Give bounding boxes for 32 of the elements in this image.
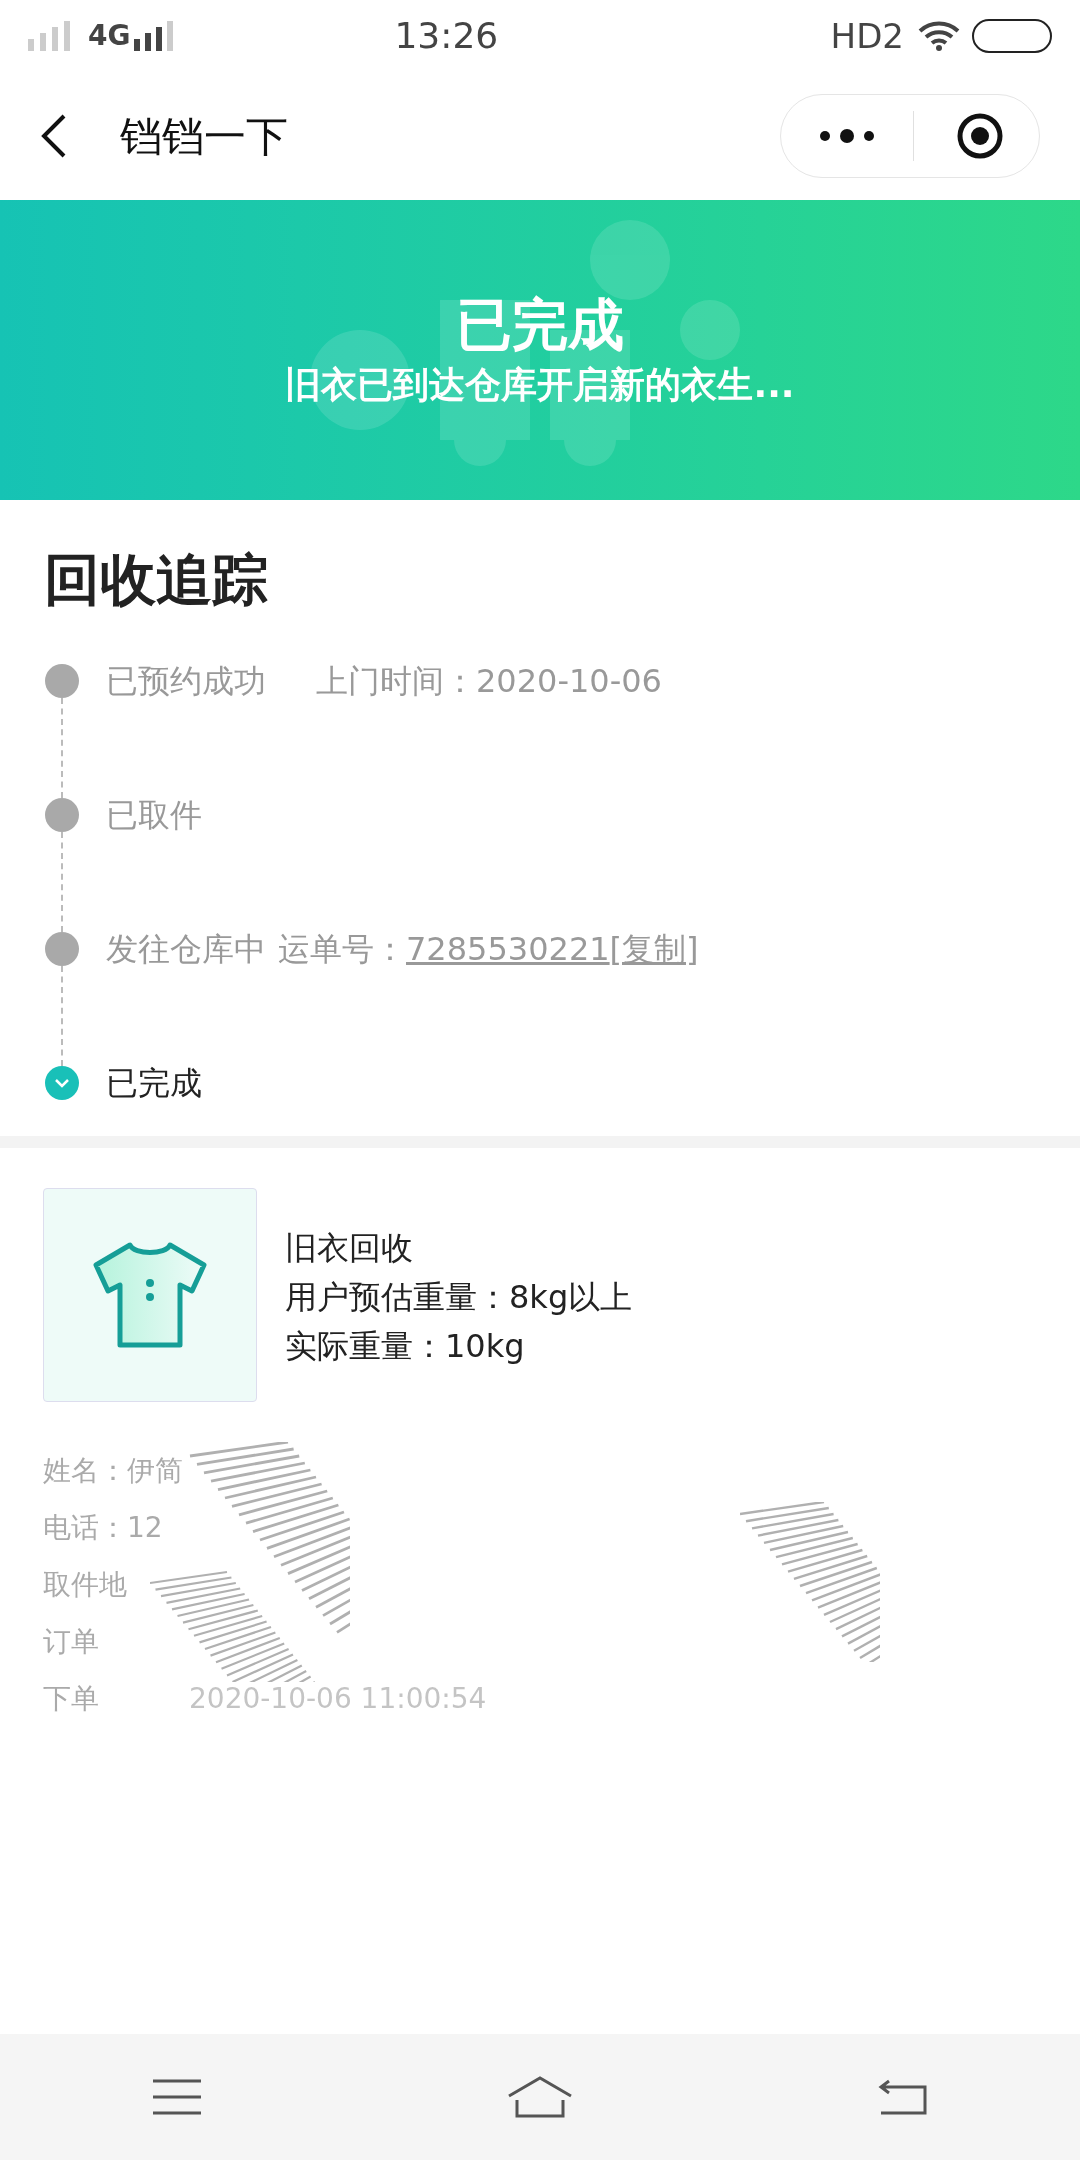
step-label: 发往仓库中: [106, 932, 266, 966]
banner-subtitle: 旧衣已到达仓库开启新的衣生...: [285, 363, 795, 407]
clock: 13:26: [394, 14, 499, 58]
step-label: 已预约成功: [106, 664, 266, 698]
info-line: 订单: [43, 1624, 99, 1660]
product-name: 旧衣回收: [285, 1228, 414, 1269]
wifi-icon: [918, 21, 960, 51]
page-title: 铛铛一下: [120, 110, 288, 163]
info-line: 下单: [43, 1681, 99, 1717]
info-line: 电话：12: [43, 1510, 163, 1546]
banner-title: 已完成: [456, 291, 624, 359]
order-time: 2020-10-06 11:00:54: [189, 1681, 487, 1717]
close-target-icon[interactable]: [956, 112, 1004, 160]
step-label: 已完成: [106, 1066, 202, 1100]
info-line: 姓名：伊简: [43, 1453, 183, 1489]
back-icon[interactable]: [40, 112, 68, 160]
actual-weight: 实际重量：10kg: [285, 1326, 526, 1367]
network-label: 4G: [88, 18, 131, 54]
menu-icon[interactable]: [151, 2077, 203, 2117]
step-detail: 上门时间：2020-10-06: [316, 664, 662, 698]
signal-icon: [134, 21, 175, 51]
step-label: 已取件: [106, 798, 202, 832]
waybill-link[interactable]: 7285530221: [406, 932, 610, 966]
battery-icon: [972, 19, 1052, 53]
more-icon[interactable]: [819, 128, 875, 144]
info-line: 取件地: [43, 1567, 127, 1603]
copy-link[interactable]: [复制]: [609, 932, 699, 966]
estimated-weight: 用户预估重量：8kg以上: [285, 1277, 633, 1318]
step-detail: 运单号：: [278, 932, 406, 966]
section-title: 回收追踪: [44, 546, 269, 614]
hd-label: HD2: [830, 14, 904, 58]
back-icon[interactable]: [877, 2077, 929, 2117]
